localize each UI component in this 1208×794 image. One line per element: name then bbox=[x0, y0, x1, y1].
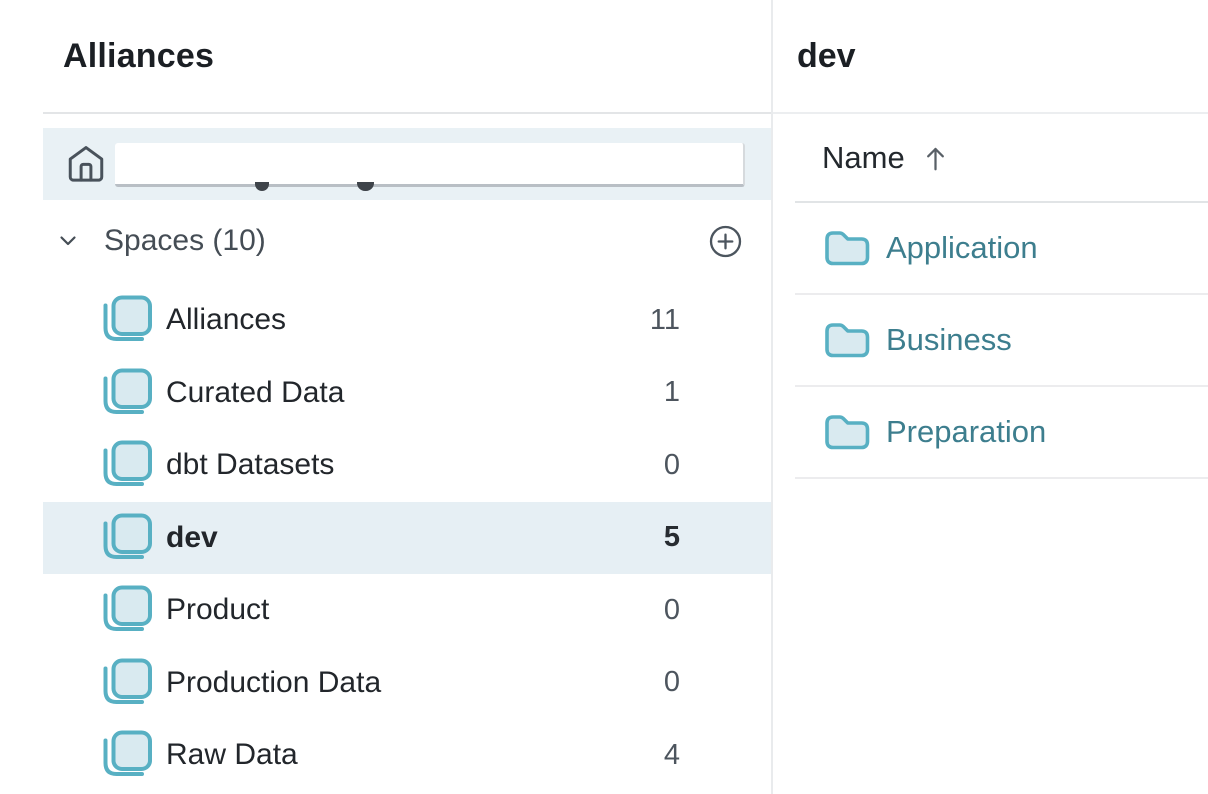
sidebar-space-item[interactable]: Alliances 11 bbox=[43, 284, 771, 357]
table-header-row[interactable]: Name bbox=[795, 114, 1208, 203]
page-title: dev bbox=[797, 39, 856, 73]
sidebar-space-item[interactable]: dev 5 bbox=[43, 502, 771, 575]
home-row[interactable] bbox=[43, 128, 771, 200]
space-name-label: Curated Data bbox=[166, 376, 344, 410]
space-dataset-count: 1 bbox=[664, 376, 680, 409]
table-row[interactable]: Preparation bbox=[795, 387, 1208, 479]
name-column-header[interactable]: Name bbox=[822, 140, 905, 176]
space-name-label: Raw Data bbox=[166, 738, 298, 772]
sidebar-catalog: Alliances Spaces (10) bbox=[0, 0, 771, 794]
space-name-label: dbt Datasets bbox=[166, 448, 334, 482]
space-name-label: Production Data bbox=[166, 666, 381, 700]
spaces-list: Alliances 11 Curated Data 1 dbt Datasets… bbox=[43, 284, 771, 792]
folder-icon bbox=[823, 228, 871, 268]
plus-circle-icon bbox=[707, 223, 744, 260]
sidebar-space-item[interactable]: dbt Datasets 0 bbox=[43, 429, 771, 502]
space-dataset-count: 0 bbox=[664, 666, 680, 699]
space-name-label: dev bbox=[166, 521, 218, 555]
sidebar-space-item[interactable]: Product 0 bbox=[43, 574, 771, 647]
space-icon bbox=[101, 513, 153, 563]
sidebar-title: Alliances bbox=[63, 39, 214, 73]
sidebar-divider bbox=[43, 112, 771, 114]
home-icon bbox=[65, 141, 107, 187]
folder-icon bbox=[823, 320, 871, 360]
table-row[interactable]: Business bbox=[795, 295, 1208, 387]
spaces-header-label: Spaces (10) bbox=[104, 224, 266, 258]
space-icon bbox=[101, 368, 153, 418]
arrow-up-icon bbox=[922, 143, 949, 173]
folder-list: Application Business Preparation bbox=[795, 203, 1208, 479]
spaces-section-header: Spaces (10) bbox=[43, 218, 771, 264]
add-space-button[interactable] bbox=[707, 223, 744, 260]
folder-link[interactable]: Application bbox=[886, 230, 1038, 266]
space-icon bbox=[101, 440, 153, 490]
folder-link[interactable]: Business bbox=[886, 322, 1012, 358]
space-icon bbox=[101, 295, 153, 345]
space-dataset-count: 5 bbox=[664, 521, 680, 554]
redacted-letter-descender bbox=[255, 182, 269, 191]
chevron-down-icon[interactable] bbox=[56, 229, 80, 253]
sidebar-space-item[interactable]: Production Data 0 bbox=[43, 647, 771, 720]
redacted-letter-descender bbox=[357, 182, 374, 191]
sidebar-space-item[interactable]: Curated Data 1 bbox=[43, 357, 771, 430]
redacted-text-overlay bbox=[115, 143, 745, 187]
space-icon bbox=[101, 658, 153, 708]
space-name-label: Alliances bbox=[166, 303, 286, 337]
space-details-panel: dev Name Application Business bbox=[773, 0, 1208, 794]
app-window: Alliances Spaces (10) bbox=[0, 0, 1208, 794]
space-name-label: Product bbox=[166, 593, 269, 627]
sidebar-space-item[interactable]: Raw Data 4 bbox=[43, 719, 771, 792]
space-dataset-count: 4 bbox=[664, 739, 680, 772]
contents-table: Name Application Business Preparation bbox=[795, 114, 1208, 479]
space-dataset-count: 0 bbox=[664, 449, 680, 482]
space-dataset-count: 0 bbox=[664, 594, 680, 627]
space-icon bbox=[101, 730, 153, 780]
space-dataset-count: 11 bbox=[650, 304, 680, 337]
folder-link[interactable]: Preparation bbox=[886, 414, 1046, 450]
table-row[interactable]: Application bbox=[795, 203, 1208, 295]
space-icon bbox=[101, 585, 153, 635]
folder-icon bbox=[823, 412, 871, 452]
